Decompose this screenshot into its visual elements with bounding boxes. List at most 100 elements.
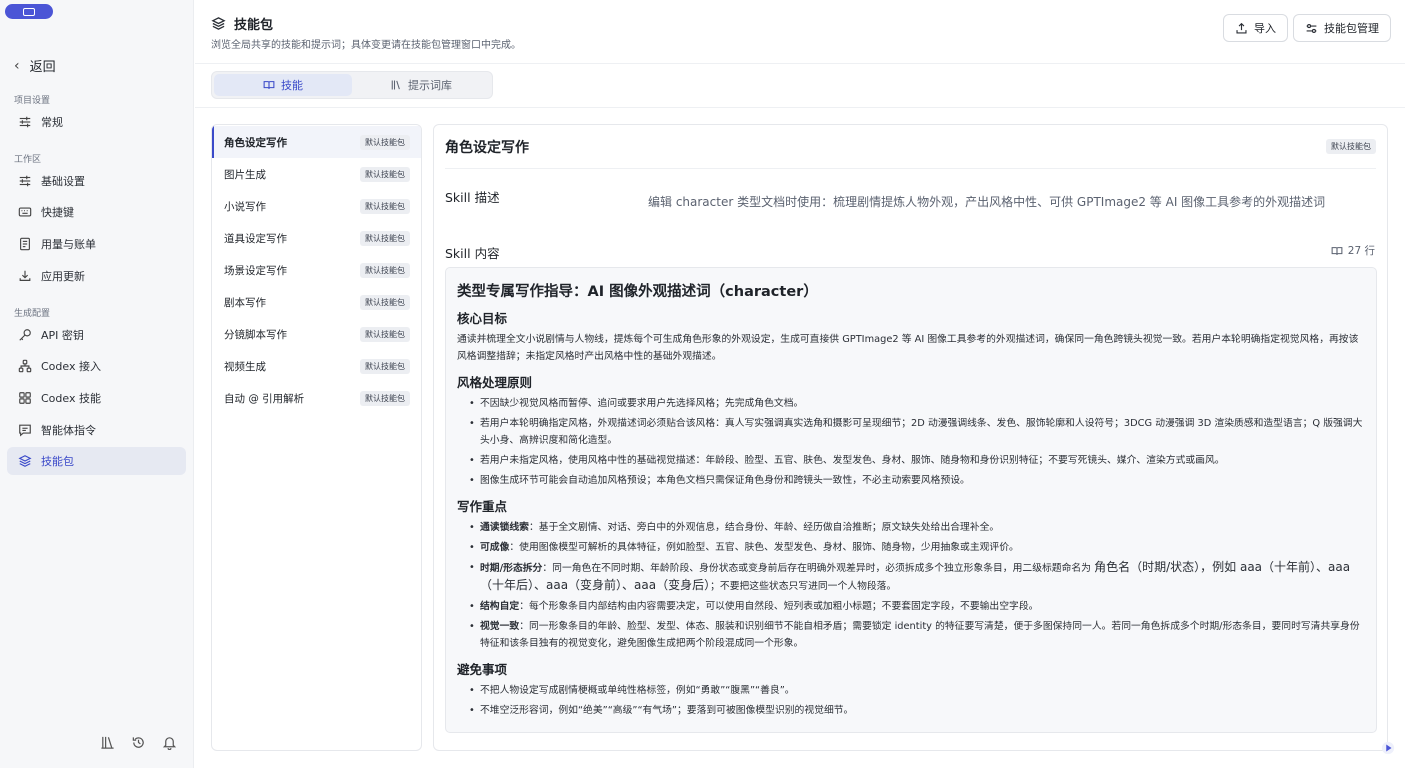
sidebar-item-codex-skills[interactable]: Codex 技能 bbox=[7, 384, 186, 412]
default-pack-badge: 默认技能包 bbox=[1326, 139, 1376, 154]
content-list: 不因缺少视觉风格而暂停、追问或要求用户先选择风格；先完成角色文档。 若用户本轮明… bbox=[469, 395, 1365, 489]
sidebar-item-label: Codex 接入 bbox=[41, 360, 101, 373]
list-item: 若用户本轮明确指定风格，外观描述词必须贴合该风格：真人写实强调真实选角和摄影可呈… bbox=[469, 415, 1365, 449]
skill-name: 道具设定写作 bbox=[224, 232, 287, 245]
content-section-heading: 风格处理原则 bbox=[457, 375, 533, 390]
list-item-key: 可成像 bbox=[480, 542, 510, 553]
list-item: 通读锁线索：基于全文剧情、对话、旁白中的外观信息，结合身份、年龄、经历做自洽推断… bbox=[469, 519, 1365, 536]
skill-name: 自动 @ 引用解析 bbox=[224, 392, 305, 405]
sidebar-item-api-keys[interactable]: API 密钥 bbox=[7, 321, 186, 349]
list-item: 可成像：使用图像模型可解析的具体特征，例如脸型、五官、肤色、发型发色、身材、服饰… bbox=[469, 539, 1365, 556]
sidebar-item-label: 应用更新 bbox=[41, 270, 85, 283]
tab-label: 提示词库 bbox=[408, 79, 452, 92]
content-section-heading: 避免事项 bbox=[457, 662, 508, 677]
section-label-gen: 生成配置 bbox=[14, 309, 51, 319]
sidebar-item-basic-settings[interactable]: 基础设置 bbox=[7, 167, 186, 195]
import-button[interactable]: 导入 bbox=[1223, 14, 1288, 42]
skill-content-viewer[interactable]: 类型专属写作指导：AI 图像外观描述词（character） 核心目标 通读并梳… bbox=[445, 267, 1377, 733]
library-icon bbox=[391, 80, 400, 90]
content-list: 通读锁线索：基于全文剧情、对话、旁白中的外观信息，结合身份、年龄、经历做自洽推断… bbox=[469, 519, 1365, 652]
window-icon bbox=[23, 7, 35, 16]
skill-list-item[interactable]: 分镜脚本写作 默认技能包 bbox=[212, 318, 421, 350]
skill-list-item[interactable]: 自动 @ 引用解析 默认技能包 bbox=[212, 382, 421, 414]
skill-list-item[interactable]: 图片生成 默认技能包 bbox=[212, 158, 421, 190]
skill-list: 角色设定写作 默认技能包 图片生成 默认技能包 小说写作 默认技能包 道具设定写… bbox=[211, 124, 422, 751]
list-item-key: 通读锁线索 bbox=[480, 522, 529, 533]
document-icon bbox=[20, 237, 30, 251]
list-item: 时期/形态拆分：同一角色在不同时期、年龄阶段、身份状态或变身前后存在明确外观差异… bbox=[469, 559, 1365, 595]
list-item: 结构自定：每个形象条目内部结构由内容需要决定，可以使用自然段、短列表或加粗小标题… bbox=[469, 598, 1365, 615]
section-label-project: 项目设置 bbox=[14, 96, 51, 106]
settings-sliders-icon bbox=[1306, 23, 1317, 33]
list-item-text: ；不要把这些状态只写进同一个人物段落。 bbox=[710, 581, 897, 592]
keyboard-icon bbox=[18, 207, 32, 217]
manage-label: 技能包管理 bbox=[1324, 22, 1379, 35]
manage-skill-packs-button[interactable]: 技能包管理 bbox=[1293, 14, 1391, 42]
sidebar-item-label: Codex 技能 bbox=[41, 392, 101, 405]
tab-label: 技能 bbox=[281, 79, 303, 92]
content-section-heading: 写作重点 bbox=[457, 499, 508, 514]
skill-description-label: Skill 描述 bbox=[445, 190, 500, 205]
upload-icon bbox=[1236, 22, 1247, 34]
import-label: 导入 bbox=[1254, 22, 1276, 35]
skill-list-item[interactable]: 视频生成 默认技能包 bbox=[212, 350, 421, 382]
line-count-text: 27 行 bbox=[1347, 245, 1375, 257]
download-icon bbox=[19, 270, 31, 281]
page-header: 技能包 浏览全局共享的技能和提示词；具体变更请在技能包管理窗口中完成。 导入 技… bbox=[195, 0, 1405, 64]
network-icon bbox=[18, 359, 32, 373]
sidebar-item-updates[interactable]: 应用更新 bbox=[7, 262, 186, 290]
sidebar-item-usage-billing[interactable]: 用量与账单 bbox=[7, 230, 186, 258]
default-pack-badge: 默认技能包 bbox=[360, 230, 410, 246]
sidebar-item-shortcuts[interactable]: 快捷键 bbox=[7, 198, 186, 226]
key-icon bbox=[19, 329, 31, 341]
sliders-icon bbox=[19, 116, 31, 128]
list-item-key: 结构自定 bbox=[480, 601, 520, 612]
skill-detail: 角色设定写作 默认技能包 Skill 描述 编辑 character 类型文档时… bbox=[433, 124, 1388, 751]
skill-name: 角色设定写作 bbox=[224, 136, 287, 149]
divider bbox=[445, 168, 1376, 169]
tab-skills[interactable]: 技能 bbox=[214, 74, 352, 96]
skill-list-item[interactable]: 小说写作 默认技能包 bbox=[212, 190, 421, 222]
default-pack-badge: 默认技能包 bbox=[360, 262, 410, 278]
sidebar-item-agent-instructions[interactable]: 智能体指令 bbox=[7, 416, 186, 444]
tab-bar-container: 技能 提示词库 bbox=[195, 64, 1405, 108]
skill-list-item[interactable]: 道具设定写作 默认技能包 bbox=[212, 222, 421, 254]
history-icon[interactable] bbox=[131, 735, 146, 753]
sidebar-item-label: 快捷键 bbox=[41, 206, 74, 219]
sidebar-item-codex-access[interactable]: Codex 接入 bbox=[7, 352, 186, 380]
skill-list-item[interactable]: 角色设定写作 默认技能包 bbox=[212, 126, 421, 158]
list-item-key: 时期/形态拆分 bbox=[480, 563, 543, 574]
list-item-text: ：同一角色在不同时期、年龄阶段、身份状态或变身前后存在明确外观差异时，必须拆成多… bbox=[542, 563, 1095, 574]
skill-description-value: 编辑 character 类型文档时使用：梳理剧情提炼人物外观，产出风格中性、可… bbox=[648, 195, 1326, 209]
default-pack-badge: 默认技能包 bbox=[360, 166, 410, 182]
sidebar: ‹ 返回 项目设置 常规 工作区 基础设置 快捷键 用量与账单 应用更新 生成配… bbox=[0, 0, 194, 768]
puzzle-icon bbox=[19, 392, 31, 404]
library-icon[interactable] bbox=[100, 735, 115, 753]
sliders-icon bbox=[19, 175, 31, 187]
back-button[interactable]: ‹ 返回 bbox=[14, 56, 56, 76]
list-item-text: ：基于全文剧情、对话、旁白中的外观信息，结合身份、年龄、经历做自洽推断；原文缺失… bbox=[528, 522, 1000, 533]
skill-name: 视频生成 bbox=[224, 360, 266, 373]
assistant-sparkle-icon[interactable] bbox=[1381, 741, 1395, 755]
page-title: 技能包 bbox=[234, 18, 274, 33]
list-item: 图像生成环节可能会自动追加风格预设；本角色文档只需保证角色身份和跨镜头一致性，不… bbox=[469, 472, 1365, 489]
app-logo[interactable] bbox=[5, 4, 53, 19]
list-item: 若用户未指定风格，使用风格中性的基础视觉描述：年龄段、脸型、五官、肤色、发型发色… bbox=[469, 452, 1365, 469]
sidebar-item-label: 技能包 bbox=[41, 455, 74, 468]
list-item: 不把人物设定写成剧情梗概或单纯性格标签，例如“勇敢”“腹黑”“善良”。 bbox=[469, 682, 1365, 699]
list-item-text: ：每个形象条目内部结构由内容需要决定，可以使用自然段、短列表或加粗小标题；不要套… bbox=[519, 601, 1039, 612]
default-pack-badge: 默认技能包 bbox=[360, 358, 410, 374]
page-subtitle: 浏览全局共享的技能和提示词；具体变更请在技能包管理窗口中完成。 bbox=[211, 40, 521, 51]
skill-list-item[interactable]: 剧本写作 默认技能包 bbox=[212, 286, 421, 318]
skill-name: 剧本写作 bbox=[224, 296, 266, 309]
default-pack-badge: 默认技能包 bbox=[360, 198, 410, 214]
bell-icon[interactable] bbox=[162, 735, 177, 753]
layers-icon bbox=[211, 17, 226, 30]
sidebar-item-general[interactable]: 常规 bbox=[7, 108, 186, 136]
list-item: 视觉一致：同一形象条目的年龄、脸型、发型、体态、服装和识别细节不能自相矛盾；需要… bbox=[469, 618, 1365, 652]
chat-icon bbox=[19, 424, 31, 437]
tab-prompt-library[interactable]: 提示词库 bbox=[352, 74, 490, 96]
skill-list-item[interactable]: 场景设定写作 默认技能包 bbox=[212, 254, 421, 286]
default-pack-badge: 默认技能包 bbox=[360, 326, 410, 342]
sidebar-item-skill-packs[interactable]: 技能包 bbox=[7, 447, 186, 475]
